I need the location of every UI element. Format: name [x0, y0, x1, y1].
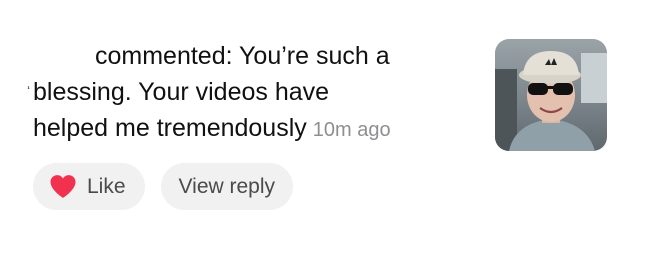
like-label: Like [87, 174, 126, 198]
action-row: Like View reply [33, 163, 294, 210]
like-button[interactable]: Like [33, 163, 145, 210]
comment-text: commented: You’re such a ʻ blessing. You… [27, 38, 488, 148]
timestamp: 10m ago [312, 119, 391, 141]
comment-line-2-wrap: ʻ blessing. Your videos have [27, 74, 488, 110]
commenter-photo-thumbnail[interactable] [495, 39, 607, 151]
comment-line-2: blessing. Your videos have [33, 78, 330, 106]
comment-line-3-wrap: helped me tremendously 10m ago [33, 110, 488, 148]
comment-notification[interactable]: commented: You’re such a ʻ blessing. You… [0, 0, 660, 258]
view-reply-button[interactable]: View reply [160, 163, 294, 210]
heart-icon [50, 175, 76, 198]
comment-line-3: helped me tremendously [33, 114, 307, 142]
view-reply-label: View reply [178, 174, 276, 198]
person-photo-icon [495, 39, 607, 151]
comment-line-1: commented: You’re such a [95, 42, 390, 70]
clipped-glyph: ʻ [27, 83, 31, 99]
